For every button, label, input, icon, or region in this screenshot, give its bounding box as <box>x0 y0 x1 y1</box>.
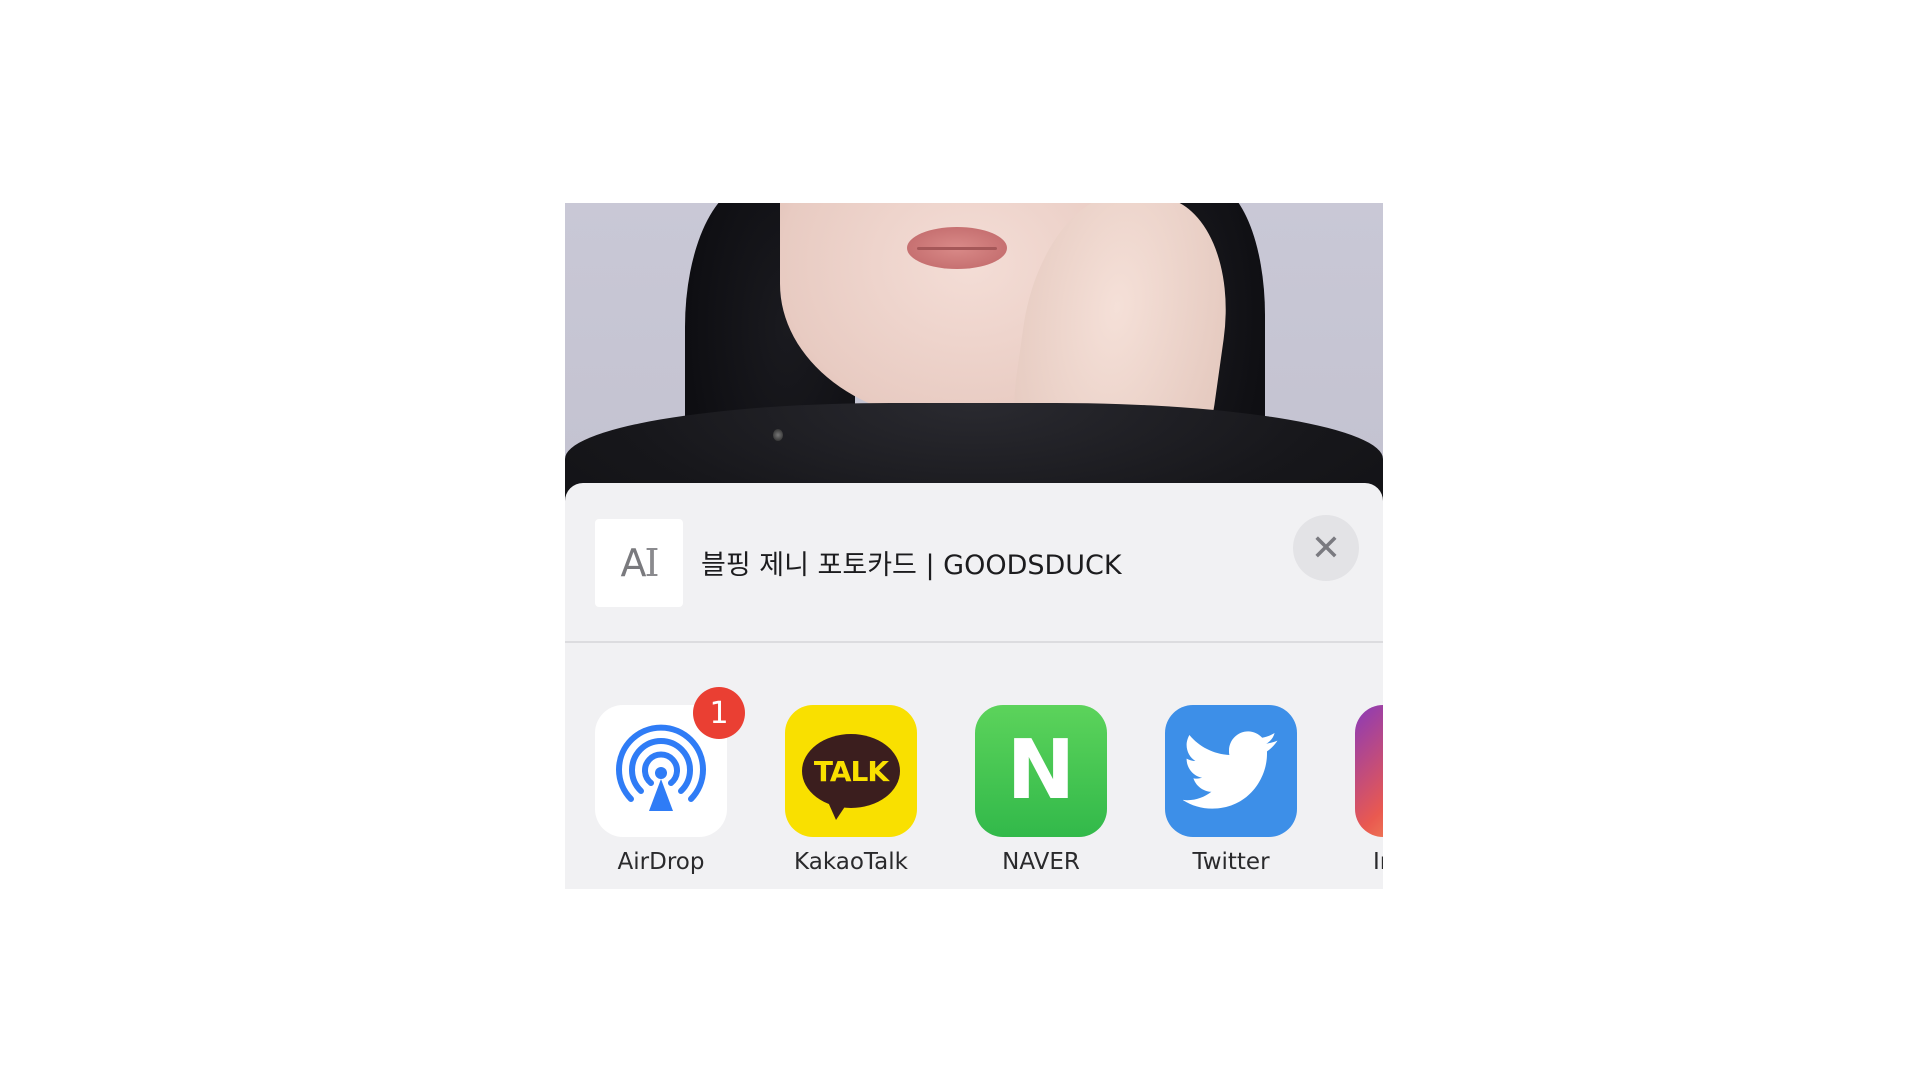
instagram-icon <box>1355 705 1383 837</box>
share-app-airdrop[interactable]: 1 AirDrop <box>595 687 745 875</box>
close-button[interactable]: ✕ <box>1293 515 1359 581</box>
airdrop-icon: 1 <box>595 687 745 837</box>
twitter-bird-shape <box>1183 731 1278 809</box>
share-app-kakaotalk[interactable]: TALK KakaoTalk <box>785 705 917 875</box>
phone-screen: AI 블핑 제니 포토카드 | GOODSDUCK ✕ 1 AirDrop TA… <box>565 203 1383 889</box>
app-share-row: 1 AirDrop TALK KakaoTalk N NAVER Twitter… <box>565 687 1383 889</box>
text-cursor-icon: I <box>644 541 659 585</box>
shared-photo <box>565 203 1383 503</box>
kakao-speech-bubble: TALK <box>802 734 900 820</box>
share-sheet: AI 블핑 제니 포토카드 | GOODSDUCK ✕ 1 AirDrop TA… <box>565 483 1383 889</box>
header-divider <box>565 641 1383 643</box>
app-label-naver: NAVER <box>1002 849 1080 875</box>
naver-icon: N <box>975 705 1107 837</box>
app-label-airdrop: AirDrop <box>617 849 705 875</box>
thumbnail-letter: A <box>620 541 646 585</box>
app-label-kakaotalk: KakaoTalk <box>794 849 908 875</box>
photo-lips-line <box>917 247 997 250</box>
share-title: 블핑 제니 포토카드 | GOODSDUCK <box>701 550 1122 581</box>
share-app-naver[interactable]: N NAVER <box>975 705 1107 875</box>
text-document-icon: AI <box>595 519 683 607</box>
kakaotalk-icon: TALK <box>785 705 917 837</box>
twitter-bird-icon <box>1165 705 1297 837</box>
notification-badge: 1 <box>693 687 745 739</box>
airdrop-rings-icon <box>616 724 706 811</box>
share-header: AI 블핑 제니 포토카드 | GOODSDUCK ✕ <box>565 483 1383 643</box>
naver-glyph: N <box>1006 723 1076 818</box>
share-app-twitter[interactable]: Twitter <box>1165 705 1297 875</box>
kakao-bubble-tail <box>828 802 848 820</box>
share-app-instagram[interactable]: In <box>1355 705 1383 875</box>
app-label-instagram: In <box>1373 849 1383 875</box>
close-icon: ✕ <box>1310 527 1342 568</box>
app-label-twitter: Twitter <box>1192 849 1270 875</box>
photo-button <box>773 429 783 441</box>
kakao-glyph: TALK <box>813 754 889 788</box>
